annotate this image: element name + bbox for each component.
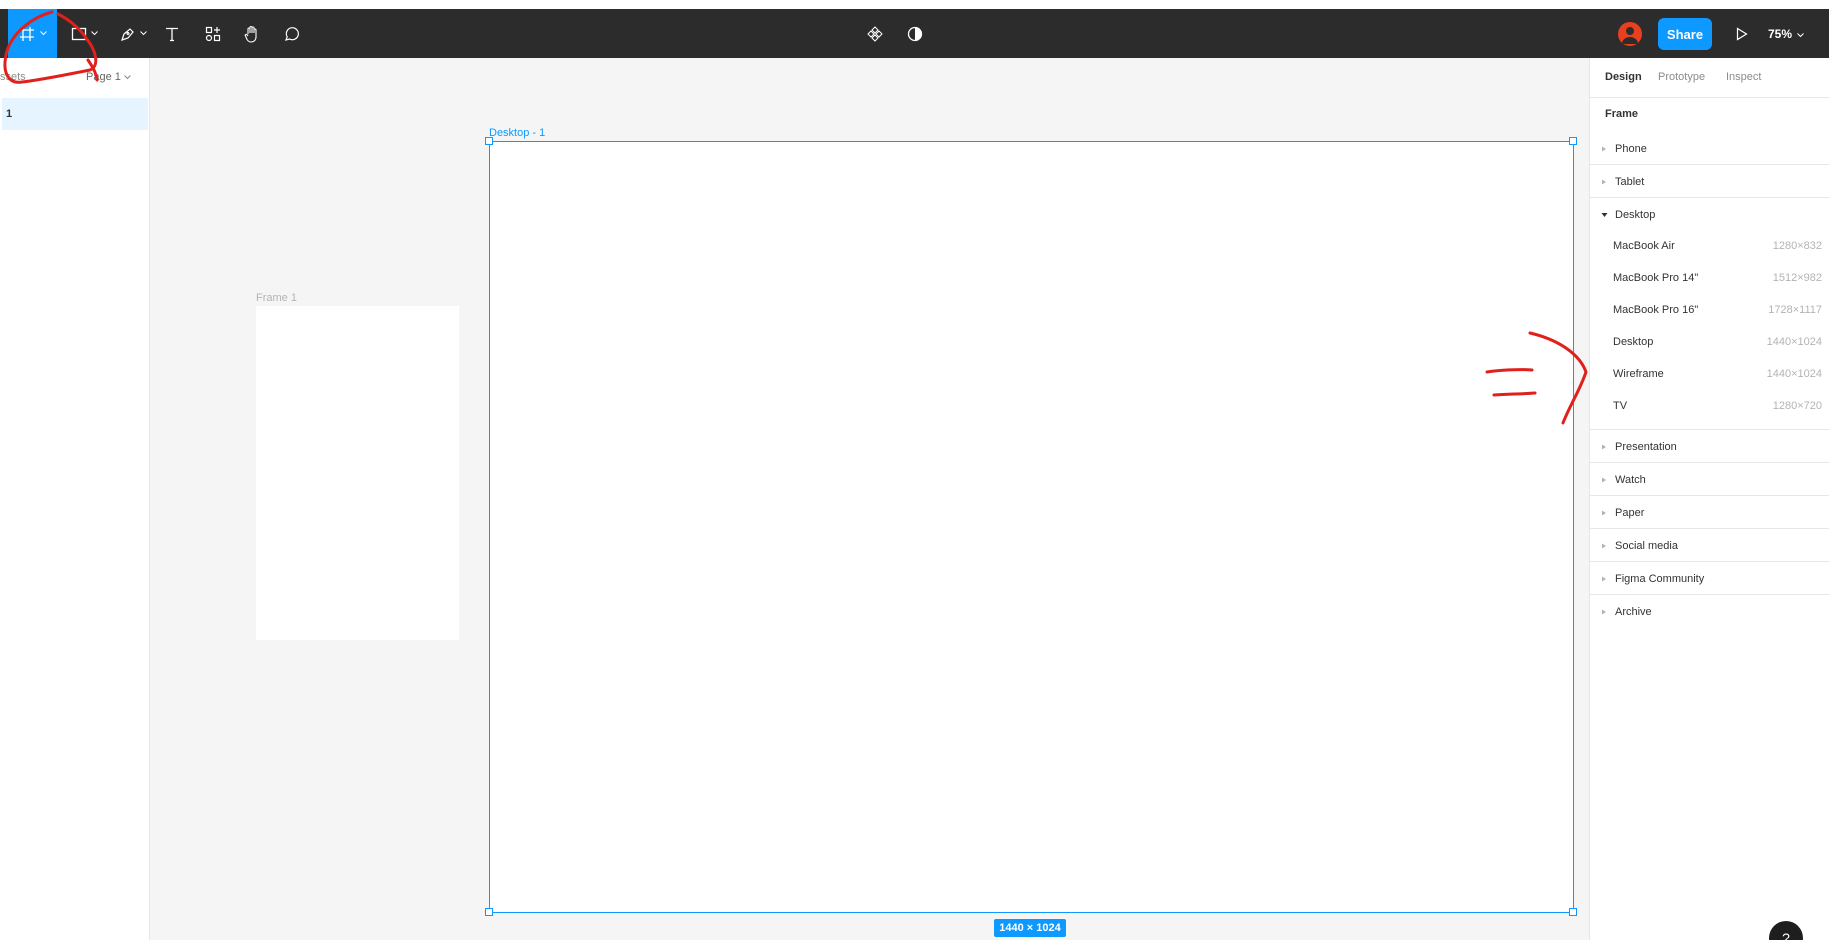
group-label: Social media <box>1615 539 1678 552</box>
preset-group-archive[interactable]: Archive <box>1590 595 1829 628</box>
frame-section-title: Frame <box>1605 108 1639 120</box>
layers-panel: ssets Page 1 1 <box>0 58 150 940</box>
group-label: Paper <box>1615 506 1645 519</box>
group-label: Figma Community <box>1615 572 1705 585</box>
figma-app: Share 75% ssets Page 1 1 Frame 1 Desktop… <box>0 0 1829 940</box>
chevron-down-icon[interactable] <box>39 31 47 36</box>
group-label: Presentation <box>1615 440 1677 453</box>
comment-icon <box>284 26 300 42</box>
rectangle-icon <box>71 26 87 42</box>
preset-name: Desktop <box>1613 336 1654 348</box>
components-icon <box>867 25 883 42</box>
resize-handle-top-right[interactable] <box>1569 137 1577 145</box>
contrast-icon <box>907 26 923 42</box>
chevron-down-icon <box>1797 27 1804 41</box>
caret-right-icon <box>1601 562 1607 595</box>
caret-right-icon <box>1601 463 1607 496</box>
preset-name: MacBook Pro 16" <box>1613 304 1699 316</box>
frame-1[interactable] <box>256 306 459 640</box>
desktop-frame-label[interactable]: Desktop - 1 <box>489 127 545 139</box>
user-avatar[interactable] <box>1618 22 1642 46</box>
resources-icon <box>205 26 221 42</box>
caret-right-icon <box>1601 165 1607 198</box>
resize-handle-bottom-left[interactable] <box>485 908 493 916</box>
resize-handle-top-left[interactable] <box>485 137 493 145</box>
preset-size: 1728×1117 <box>1768 304 1822 316</box>
shape-tool-button[interactable] <box>66 9 102 58</box>
hand-tool-button[interactable] <box>240 9 264 58</box>
caret-down-icon <box>1601 198 1608 231</box>
frame-tool-button[interactable] <box>8 9 57 58</box>
zoom-label: 75% <box>1768 26 1793 41</box>
text-tool-button[interactable] <box>160 9 184 58</box>
frame-size-badge: 1440 × 1024 <box>994 919 1066 937</box>
comment-tool-button[interactable] <box>280 9 304 58</box>
caret-right-icon <box>1601 496 1607 529</box>
caret-right-icon <box>1601 529 1607 562</box>
group-label: Archive <box>1615 605 1652 618</box>
preset-item[interactable]: Desktop 1440×1024 <box>1590 326 1829 358</box>
group-label: Phone <box>1615 142 1647 155</box>
preset-size: 1512×982 <box>1772 272 1822 284</box>
present-button[interactable] <box>1730 9 1754 58</box>
pen-icon <box>120 26 136 42</box>
preset-name: MacBook Air <box>1613 240 1675 252</box>
chevron-down-icon <box>124 71 131 83</box>
preset-group-paper[interactable]: Paper <box>1590 496 1829 529</box>
group-label: Watch <box>1615 473 1646 486</box>
frame-icon <box>19 26 35 42</box>
group-label: Tablet <box>1615 175 1645 188</box>
text-icon <box>164 26 180 42</box>
preset-name: Wireframe <box>1613 368 1664 380</box>
preset-item[interactable]: MacBook Pro 16" 1728×1117 <box>1590 294 1829 326</box>
hand-icon <box>244 25 260 43</box>
preset-group-desktop[interactable]: Desktop <box>1590 198 1829 231</box>
preset-item[interactable]: TV 1280×720 <box>1590 390 1829 430</box>
preset-size: 1280×720 <box>1772 400 1822 412</box>
preset-size: 1440×1024 <box>1766 368 1822 380</box>
tab-design[interactable]: Design <box>1605 71 1642 83</box>
components-button[interactable] <box>863 9 887 58</box>
preset-group-phone[interactable]: Phone <box>1590 132 1829 165</box>
desktop-frame[interactable] <box>489 141 1574 913</box>
resize-handle-bottom-right[interactable] <box>1569 908 1577 916</box>
chevron-down-icon[interactable] <box>139 31 147 36</box>
resources-tool-button[interactable] <box>201 9 225 58</box>
panel-tabs: Design Prototype Inspect <box>1590 58 1829 98</box>
tab-prototype[interactable]: Prototype <box>1658 71 1705 83</box>
chevron-down-icon[interactable] <box>90 31 98 36</box>
caret-right-icon <box>1601 595 1607 628</box>
caret-right-icon <box>1601 132 1607 165</box>
preset-size: 1280×832 <box>1772 240 1822 252</box>
play-icon <box>1736 26 1748 41</box>
layer-row[interactable]: 1 <box>2 98 148 130</box>
preset-item[interactable]: MacBook Air 1280×832 <box>1590 230 1829 262</box>
preset-group-figma-community[interactable]: Figma Community <box>1590 562 1829 595</box>
preset-item[interactable]: MacBook Pro 14" 1512×982 <box>1590 262 1829 294</box>
preset-group-watch[interactable]: Watch <box>1590 463 1829 496</box>
properties-panel: Design Prototype Inspect Frame Phone Tab… <box>1589 58 1829 940</box>
preset-size: 1440×1024 <box>1766 336 1822 348</box>
tab-inspect[interactable]: Inspect <box>1726 71 1761 83</box>
tab-assets[interactable]: ssets <box>0 71 26 83</box>
preset-group-presentation[interactable]: Presentation <box>1590 430 1829 463</box>
preset-name: MacBook Pro 14" <box>1613 272 1699 284</box>
group-label: Desktop <box>1615 208 1656 221</box>
preset-group-social-media[interactable]: Social media <box>1590 529 1829 562</box>
contrast-button[interactable] <box>903 9 927 58</box>
caret-right-icon <box>1601 430 1607 463</box>
pen-tool-button[interactable] <box>115 9 151 58</box>
page-label: Page 1 <box>86 71 121 83</box>
preset-item[interactable]: Wireframe 1440×1024 <box>1590 358 1829 390</box>
preset-group-tablet[interactable]: Tablet <box>1590 165 1829 198</box>
frame-1-label[interactable]: Frame 1 <box>256 292 297 304</box>
page-selector[interactable]: Page 1 <box>86 71 131 83</box>
preset-name: TV <box>1613 400 1628 412</box>
zoom-control[interactable]: 75% <box>1768 9 1804 58</box>
top-toolbar: Share 75% <box>0 9 1829 58</box>
share-button[interactable]: Share <box>1658 18 1712 50</box>
